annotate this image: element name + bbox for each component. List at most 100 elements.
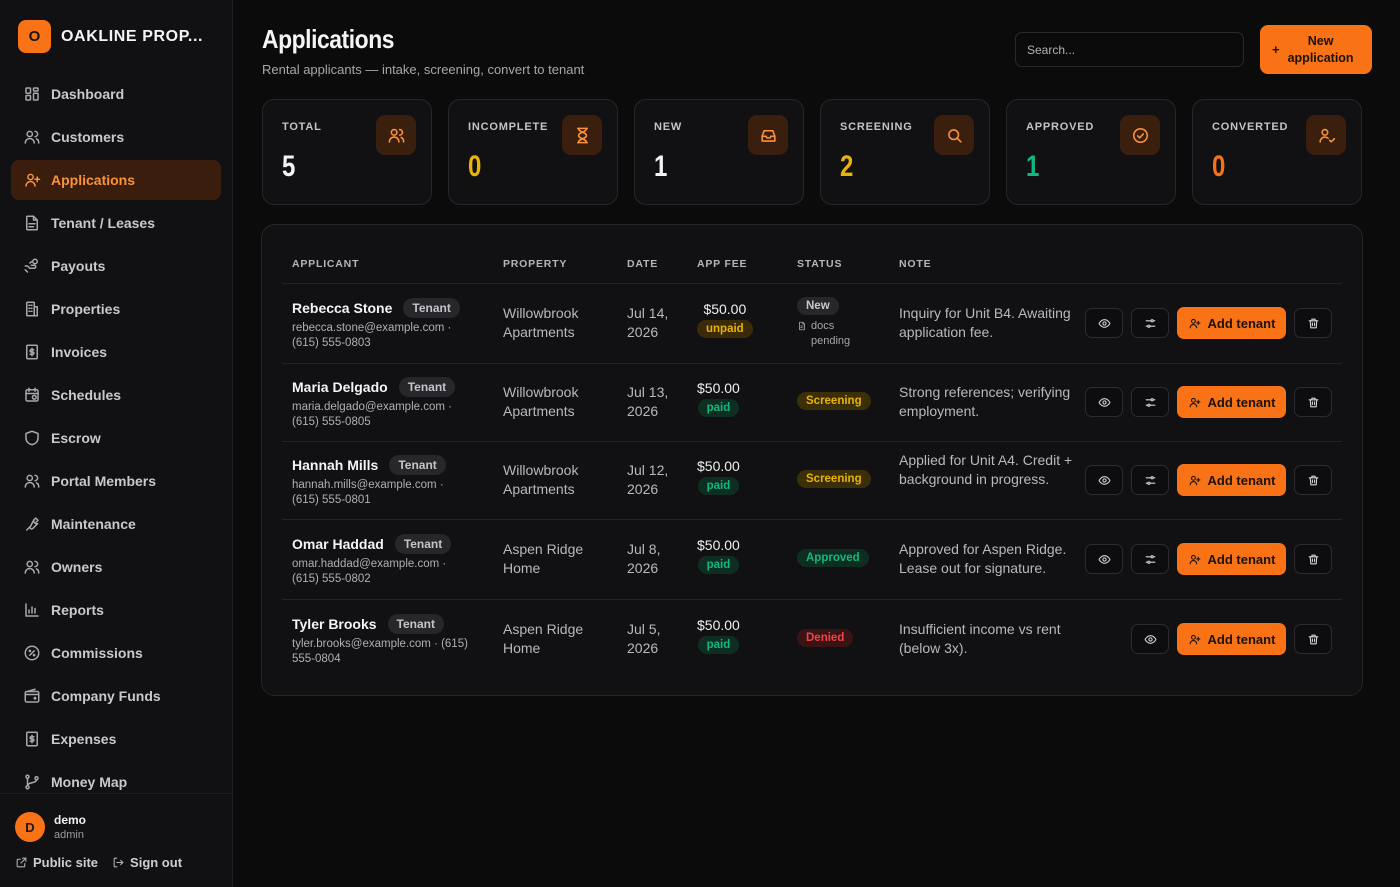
applicant-name[interactable]: Tyler Brooks [292,616,377,632]
edit-status-button[interactable] [1131,465,1169,495]
sidebar-item-dashboard[interactable]: Dashboard [11,74,221,114]
eye-icon [1098,318,1110,328]
user-plus-icon [1189,397,1201,407]
stat-label: SCREENING [840,121,913,133]
sidebar-item-customers[interactable]: Customers [11,117,221,157]
sidebar-item-icon [23,601,41,619]
sidebar-item-label: Schedules [51,387,122,403]
sidebar-item-payouts[interactable]: Payouts [11,246,221,286]
sidebar-item-portal-members[interactable]: Portal Members [11,461,221,501]
sidebar-item-commissions[interactable]: Commissions [11,633,221,673]
sidebar-item-icon [23,644,41,662]
applicant-name[interactable]: Omar Haddad [292,536,384,552]
add-tenant-button[interactable]: Add tenant [1177,386,1286,418]
stat-value: 1 [654,150,668,183]
sidebar-item-company-funds[interactable]: Company Funds [11,676,221,716]
status-badge: Denied [797,629,854,647]
sidebar-item-properties[interactable]: Properties [11,289,221,329]
new-application-button[interactable]: + New application [1260,25,1372,74]
sidebar-item-reports[interactable]: Reports [11,590,221,630]
column-header-status: STATUS [797,258,843,270]
note-cell: Inquiry for Unit B4. Awaiting applicatio… [899,305,1071,340]
table-row[interactable]: Maria Delgado Tenant maria.delgado@example… [262,363,1362,441]
applicant-contact: hannah.mills@example.com · (615) 555-080… [292,479,444,506]
invoice-icon [26,344,38,360]
edit-status-button[interactable] [1131,387,1169,417]
user-check-icon [1318,128,1335,143]
percent-icon [24,645,40,661]
users-icon [24,474,40,488]
view-button[interactable] [1085,465,1123,495]
view-button[interactable] [1131,624,1169,654]
sign-out-link[interactable]: Sign out [112,855,182,870]
delete-button[interactable] [1294,308,1332,338]
applicant-contact: omar.haddad@example.com · (615) 555-0802 [292,558,447,585]
view-button[interactable] [1085,387,1123,417]
search-input[interactable] [1015,32,1244,67]
stat-card-screening: SCREENING 2 [820,99,990,205]
sidebar-item-escrow[interactable]: Escrow [11,418,221,458]
sidebar-item-label: Maintenance [51,516,136,532]
shield-icon [25,430,39,446]
sidebar-item-tenant-leases[interactable]: Tenant / Leases [11,203,221,243]
delete-button[interactable] [1294,465,1332,495]
eye-icon [1144,634,1156,644]
users-icon [388,128,404,143]
view-button[interactable] [1085,544,1123,574]
status-note: docs pending [811,320,851,347]
sidebar-footer: D demo admin Public site Sign out [0,793,232,887]
public-site-link[interactable]: Public site [15,855,98,870]
document-icon [26,215,38,231]
stat-icon-badge [1120,115,1160,155]
sidebar-item-owners[interactable]: Owners [11,547,221,587]
sidebar: O OAKLINE PROP... Dashboard Customers Appl… [0,0,233,887]
edit-status-button[interactable] [1131,308,1169,338]
sidebar-item-maintenance[interactable]: Maintenance [11,504,221,544]
eye-icon [1098,397,1110,407]
view-button[interactable] [1085,308,1123,338]
edit-status-button[interactable] [1131,544,1169,574]
date-cell: Jul 5, 2026 [627,621,661,656]
add-tenant-button[interactable]: Add tenant [1177,464,1286,496]
applicant-name[interactable]: Maria Delgado [292,379,388,395]
sidebar-item-expenses[interactable]: Expenses [11,719,221,759]
delete-button[interactable] [1294,387,1332,417]
table-row[interactable]: Rebecca Stone Tenant rebecca.stone@example… [262,283,1362,363]
user-profile[interactable]: D demo admin [15,812,86,842]
branch-icon [25,774,39,790]
date-cell: Jul 8, 2026 [627,541,661,576]
sidebar-item-label: Expenses [51,731,117,747]
sidebar-item-label: Money Map [51,774,128,790]
delete-button[interactable] [1294,544,1332,574]
users-icon [24,560,40,574]
sidebar-item-invoices[interactable]: Invoices [11,332,221,372]
eye-icon [1098,554,1110,564]
applicant-name[interactable]: Rebecca Stone [292,300,392,316]
public-site-label: Public site [33,855,99,870]
table-row[interactable]: Omar Haddad Tenant omar.haddad@example.com… [262,519,1362,599]
fee-amount: $50.00 [697,537,740,553]
sidebar-item-icon [23,85,41,103]
users-icon [24,130,40,144]
applicant-tag: Tenant [387,614,444,634]
stat-card-converted: CONVERTED 0 [1192,99,1362,205]
avatar: D [15,812,45,842]
trash-icon [1308,554,1318,564]
add-tenant-button[interactable]: Add tenant [1177,623,1286,655]
applicant-name[interactable]: Hannah Mills [292,457,378,473]
property-cell: Willowbrook Apartments [503,305,579,340]
sidebar-item-schedules[interactable]: Schedules [11,375,221,415]
add-tenant-button[interactable]: Add tenant [1177,307,1286,339]
delete-button[interactable] [1294,624,1332,654]
add-tenant-button[interactable]: Add tenant [1177,543,1286,575]
payout-icon [24,258,38,273]
table-row[interactable]: Hannah Mills Tenant hannah.mills@example.c… [262,441,1362,519]
applicant-tag: Tenant [403,298,460,318]
table-row[interactable]: Tyler Brooks Tenant tyler.brooks@example.c… [262,599,1362,679]
sidebar-item-applications[interactable]: Applications [11,160,221,200]
stat-icon-badge [562,115,602,155]
fee-status-badge: paid [697,477,740,495]
brand[interactable]: O OAKLINE PROP... [18,20,203,53]
brand-logo: O [18,20,51,53]
check-circle-icon [1132,127,1148,143]
